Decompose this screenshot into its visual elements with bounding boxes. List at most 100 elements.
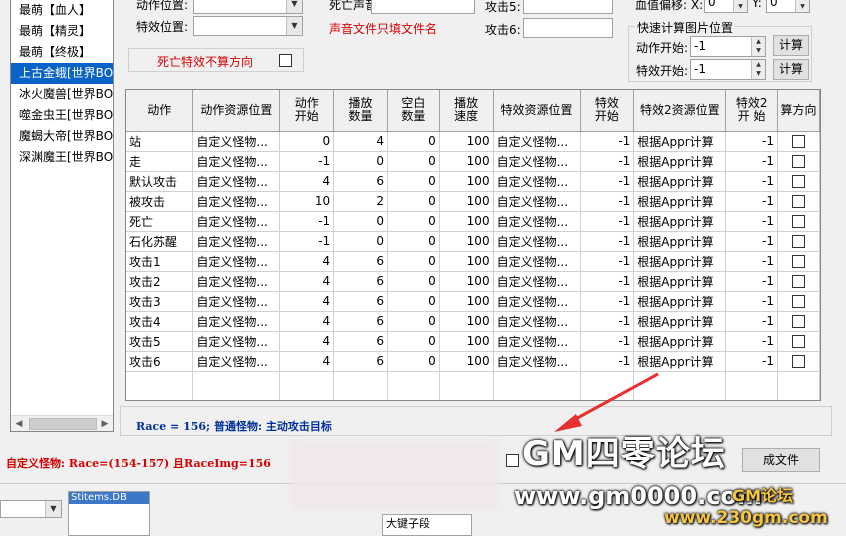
table-cell[interactable]: -1 (725, 291, 779, 312)
table-cell[interactable]: 自定义怪物... (493, 311, 581, 332)
attack5-input[interactable] (523, 0, 613, 14)
table-row[interactable]: 攻击5 自定义怪物... 4 6 0 100 自定义怪物... -1 根据Appr计算 -1 (126, 331, 820, 352)
direction-checkbox[interactable] (792, 155, 806, 168)
direction-cell[interactable] (777, 211, 820, 232)
table-cell[interactable]: 根据Appr计算 (633, 171, 727, 192)
table-cell[interactable]: -1 (725, 351, 779, 372)
table-cell[interactable]: 根据Appr计算 (633, 331, 727, 352)
option-checkbox[interactable] (506, 454, 519, 467)
table-cell[interactable]: 自定义怪物... (192, 171, 281, 192)
table-cell[interactable]: 自定义怪物... (192, 251, 281, 272)
list-item[interactable]: 噬金虫王[世界BOSS (11, 105, 113, 126)
table-cell[interactable]: 4 (279, 291, 335, 312)
table-row[interactable]: 石化苏醒 自定义怪物... -1 0 0 100 自定义怪物... -1 根据Appr计算 -1 (126, 231, 820, 252)
column-header[interactable]: 播放 速度 (439, 90, 494, 132)
table-cell[interactable]: 0 (387, 211, 440, 232)
table-row[interactable]: 站自定义怪物... 0 4 0 100 自定义怪物... -1 根据Appr计算 -1 (126, 131, 820, 152)
direction-cell[interactable] (777, 231, 820, 252)
column-header[interactable]: 特效 开始 (580, 90, 635, 132)
table-cell[interactable]: 自定义怪物... (192, 291, 281, 312)
table-cell[interactable]: -1 (725, 151, 779, 172)
table-cell[interactable]: 0 (387, 131, 440, 152)
table-cell[interactable]: 0 (387, 311, 440, 332)
scroll-right-arrow-icon[interactable]: ▶ (97, 416, 113, 431)
list-item[interactable]: 深渊魔王[世界BOSS (11, 147, 113, 168)
action-start-spinner[interactable]: -1 ▲ ▼ (690, 36, 766, 57)
table-cell[interactable]: 6 (333, 311, 388, 332)
table-cell[interactable]: -1 (580, 151, 635, 172)
table-cell[interactable]: -1 (580, 191, 635, 212)
table-cell[interactable]: 攻击1 (126, 251, 194, 272)
table-cell[interactable]: -1 (725, 331, 779, 352)
table-row[interactable]: 走自定义怪物... -1 0 0 100 自定义怪物... -1 根据Appr计算 -1 (126, 151, 820, 172)
table-cell[interactable]: 0 (387, 271, 440, 292)
table-row[interactable]: 默认攻击 自定义怪物... 4 6 0 100 自定义怪物... -1 根据Appr计算 -1 (126, 171, 820, 192)
direction-cell[interactable] (777, 311, 820, 332)
table-cell[interactable]: 根据Appr计算 (633, 311, 727, 332)
death-effect-checkbox[interactable] (279, 54, 292, 67)
table-cell[interactable]: 默认攻击 (126, 171, 194, 192)
table-cell[interactable]: 6 (333, 351, 388, 372)
direction-checkbox[interactable] (792, 335, 806, 348)
table-cell[interactable]: 自定义怪物... (493, 191, 581, 212)
table-cell[interactable]: 100 (439, 351, 494, 372)
bottom-list[interactable]: Stitems.DB (68, 491, 150, 536)
table-cell[interactable]: 根据Appr计算 (633, 131, 727, 152)
table-cell[interactable]: -1 (725, 171, 779, 192)
blood-x-spinner[interactable]: 0 ▲▼ (704, 0, 748, 13)
table-cell[interactable]: 攻击4 (126, 311, 194, 332)
table-row[interactable]: 攻击1 自定义怪物... 4 6 0 100 自定义怪物... -1 根据Appr计算 -1 (126, 251, 820, 272)
spin-up-icon[interactable]: ▲ (752, 60, 765, 69)
table-cell[interactable]: 100 (439, 231, 494, 252)
list-item[interactable]: 最萌【精灵】 (11, 21, 113, 42)
death-sound-input[interactable] (371, 0, 475, 14)
effect-start-spinner[interactable]: -1 ▲ ▼ (690, 59, 766, 80)
table-cell[interactable]: 4 (279, 351, 335, 372)
column-header[interactable]: 动作 (126, 90, 194, 132)
column-header[interactable]: 特效资源位置 (493, 90, 581, 132)
spin-down-icon[interactable]: ▼ (752, 46, 765, 55)
table-cell[interactable]: 攻击6 (126, 351, 194, 372)
table-cell[interactable]: 根据Appr计算 (633, 291, 727, 312)
action-grid[interactable]: 动作 动作资源位置 动作 开始 播放 数量 空白 数量 播放 速度 特效资源位置 特效 开始特… (125, 89, 821, 401)
table-cell[interactable]: 攻击5 (126, 331, 194, 352)
table-cell[interactable]: 10 (279, 191, 335, 212)
table-cell[interactable]: -1 (279, 151, 335, 172)
table-cell[interactable]: 100 (439, 151, 494, 172)
table-cell[interactable]: 自定义怪物... (192, 191, 281, 212)
table-cell[interactable]: -1 (580, 291, 635, 312)
direction-checkbox[interactable] (792, 135, 806, 148)
scroll-left-arrow-icon[interactable]: ◀ (11, 416, 27, 431)
table-cell[interactable]: 石化苏醒 (126, 231, 194, 252)
table-cell[interactable]: -1 (725, 311, 779, 332)
spin-down-icon[interactable]: ▼ (752, 69, 765, 78)
column-header[interactable]: 动作 开始 (279, 90, 335, 132)
table-cell[interactable]: 0 (387, 171, 440, 192)
direction-checkbox[interactable] (792, 275, 806, 288)
table-cell[interactable]: 2 (333, 191, 388, 212)
table-row[interactable]: 攻击2 自定义怪物... 4 6 0 100 自定义怪物... -1 根据Appr计算 -1 (126, 271, 820, 292)
direction-cell[interactable] (777, 131, 820, 152)
table-cell[interactable]: 100 (439, 331, 494, 352)
table-cell[interactable]: 自定义怪物... (192, 231, 281, 252)
table-cell[interactable]: 100 (439, 211, 494, 232)
table-cell[interactable]: 4 (279, 251, 335, 272)
table-cell[interactable]: 攻击2 (126, 271, 194, 292)
spin-up-icon[interactable]: ▲ (752, 37, 765, 46)
direction-checkbox[interactable] (792, 295, 806, 308)
direction-checkbox[interactable] (792, 235, 806, 248)
table-row[interactable]: 攻击4 自定义怪物... 4 6 0 100 自定义怪物... -1 根据Appr计算 -1 (126, 311, 820, 332)
table-cell[interactable]: -1 (725, 231, 779, 252)
table-cell[interactable]: -1 (580, 311, 635, 332)
column-header[interactable]: 特效2资源位置 (633, 90, 727, 132)
table-cell[interactable]: 100 (439, 311, 494, 332)
bottom-list-item[interactable]: Stitems.DB (69, 492, 149, 504)
column-header[interactable]: 空白 数量 (387, 90, 440, 132)
column-header[interactable]: 播放 数量 (333, 90, 388, 132)
column-header[interactable]: 动作资源位置 (192, 90, 281, 132)
table-cell[interactable]: 4 (333, 131, 388, 152)
table-cell[interactable]: 0 (387, 231, 440, 252)
table-cell[interactable]: 0 (387, 331, 440, 352)
list-item[interactable]: 最萌【血人】 (11, 0, 113, 21)
table-cell[interactable]: 100 (439, 271, 494, 292)
